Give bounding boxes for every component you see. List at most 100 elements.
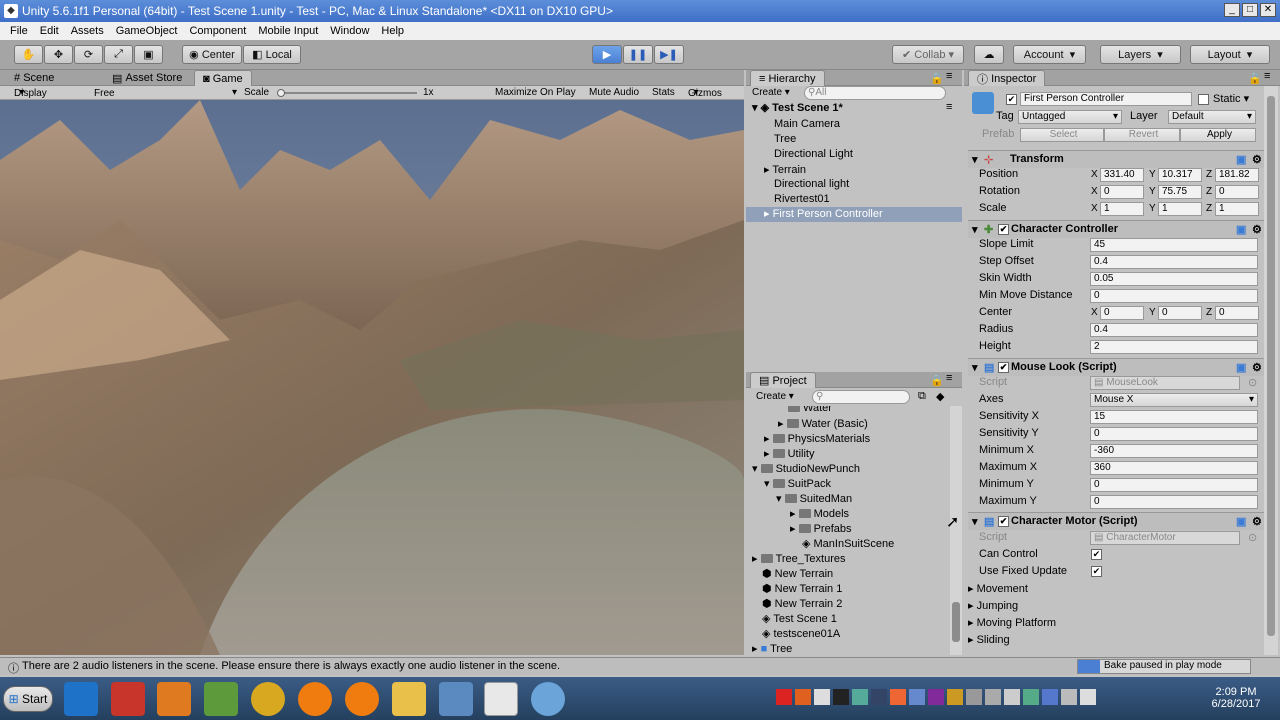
tab-asset-store[interactable]: ▤ Asset Store: [104, 70, 190, 86]
pivot-local-button[interactable]: ◧ Local: [243, 45, 301, 64]
taskbar-app-icon[interactable]: [111, 682, 145, 716]
hierarchy-item-main-camera[interactable]: Main Camera: [774, 118, 840, 130]
skin-width-input[interactable]: 0.05: [1090, 272, 1258, 286]
hierarchy-search-input[interactable]: ⚲All: [804, 86, 946, 100]
scale-slider-thumb[interactable]: [277, 89, 285, 97]
settings-gear-icon[interactable]: ⚙: [1252, 515, 1262, 528]
hierarchy-item-tree[interactable]: Tree: [774, 133, 796, 145]
lock-icon[interactable]: 🔒: [930, 374, 944, 387]
tab-hierarchy[interactable]: ≡ Hierarchy: [750, 70, 825, 86]
account-dropdown[interactable]: Account ▾: [1013, 45, 1086, 64]
tray-icon[interactable]: [776, 689, 792, 705]
mute-audio-toggle[interactable]: Mute Audio: [589, 87, 639, 98]
move-tool-icon[interactable]: ✥: [44, 45, 73, 64]
tray-icon[interactable]: [1042, 689, 1058, 705]
scene-root-item[interactable]: ▾ ◈ Test Scene 1*: [752, 101, 843, 114]
project-scrollbar-thumb[interactable]: [952, 602, 960, 642]
rotation-y-input[interactable]: 75.75: [1158, 185, 1202, 199]
static-checkbox[interactable]: [1198, 94, 1209, 105]
position-z-input[interactable]: 181.82: [1215, 168, 1259, 182]
character-motor-header[interactable]: ▾ ▤ ✔ Character Motor (Script) ▣ ⚙: [968, 512, 1264, 530]
stats-toggle[interactable]: Stats: [652, 87, 675, 98]
object-name-input[interactable]: First Person Controller: [1020, 92, 1192, 106]
help-icon[interactable]: ▣: [1236, 515, 1246, 528]
position-y-input[interactable]: 10.317: [1158, 168, 1202, 182]
rect-tool-icon[interactable]: ▣: [134, 45, 163, 64]
sensitivity-y-input[interactable]: 0: [1090, 427, 1258, 441]
taskbar-file-explorer-icon[interactable]: [392, 682, 426, 716]
start-button[interactable]: ⊞ Start: [3, 686, 53, 712]
min-move-distance-input[interactable]: 0: [1090, 289, 1258, 303]
tab-project[interactable]: ▤ Project: [750, 372, 816, 388]
hierarchy-item-rivertest[interactable]: Rivertest01: [774, 193, 830, 205]
project-create-dropdown[interactable]: Create ▾: [756, 391, 794, 402]
project-item-maninsuitscene[interactable]: ◈ ManInSuitScene: [802, 537, 894, 550]
project-item-studionewpunch[interactable]: ▾ StudioNewPunch: [752, 462, 860, 475]
sensitivity-x-input[interactable]: 15: [1090, 410, 1258, 424]
gizmos-dropdown[interactable]: Gizmos ▾: [688, 87, 722, 99]
tag-dropdown[interactable]: Untagged ▾: [1018, 110, 1122, 124]
taskbar-app-icon[interactable]: [345, 682, 379, 716]
collab-button[interactable]: ✔ Collab ▾: [892, 45, 964, 64]
tab-inspector[interactable]: ⓘ Inspector: [968, 70, 1046, 86]
center-y-input[interactable]: 0: [1158, 306, 1202, 320]
tray-icon[interactable]: [985, 689, 1001, 705]
play-button[interactable]: ▶: [592, 45, 622, 64]
slope-limit-input[interactable]: 45: [1090, 238, 1258, 252]
taskbar-app-icon[interactable]: [298, 682, 332, 716]
object-picker-icon[interactable]: ⊙: [1248, 531, 1257, 544]
menu-edit[interactable]: Edit: [34, 25, 65, 37]
tab-game[interactable]: ◙ Game: [194, 70, 252, 86]
tray-icon[interactable]: [795, 689, 811, 705]
position-x-input[interactable]: 331.40: [1100, 168, 1144, 182]
project-item-new-terrain-1[interactable]: ⬢ New Terrain 1: [762, 582, 842, 595]
scale-tool-icon[interactable]: ⤢: [104, 45, 133, 64]
prefab-select-button[interactable]: Select: [1020, 128, 1104, 142]
tray-icon[interactable]: [833, 689, 849, 705]
tray-icon[interactable]: [966, 689, 982, 705]
prefab-revert-button[interactable]: Revert: [1104, 128, 1180, 142]
step-offset-input[interactable]: 0.4: [1090, 255, 1258, 269]
tray-icon[interactable]: [890, 689, 906, 705]
project-item-suitpack[interactable]: ▾ SuitPack: [764, 477, 831, 490]
scene-menu-icon[interactable]: ≡: [946, 101, 952, 113]
display-dropdown[interactable]: Display 1 ▾: [14, 87, 47, 110]
help-icon[interactable]: ▣: [1236, 153, 1246, 166]
use-fixed-update-checkbox[interactable]: ✔: [1091, 566, 1102, 577]
mouse-look-header[interactable]: ▾ ▤ ✔ Mouse Look (Script) ▣ ⚙: [968, 358, 1264, 376]
maximum-y-input[interactable]: 0: [1090, 495, 1258, 509]
project-item-water-basic[interactable]: ▸ Water (Basic): [778, 417, 868, 430]
project-item-physicsmaterials[interactable]: ▸ PhysicsMaterials: [764, 432, 870, 445]
jumping-foldout[interactable]: ▸ Jumping: [968, 599, 1018, 612]
tray-icon[interactable]: [814, 689, 830, 705]
center-z-input[interactable]: 0: [1215, 306, 1259, 320]
project-item-new-terrain[interactable]: ⬢ New Terrain: [762, 567, 833, 580]
taskbar-app-icon[interactable]: [64, 682, 98, 716]
menu-gameobject[interactable]: GameObject: [110, 25, 184, 37]
height-input[interactable]: 2: [1090, 340, 1258, 354]
panel-menu-icon[interactable]: ≡: [946, 372, 952, 384]
project-item-tree-textures[interactable]: ▸ Tree_Textures: [752, 552, 845, 565]
tray-icon[interactable]: [852, 689, 868, 705]
settings-gear-icon[interactable]: ⚙: [1252, 223, 1262, 236]
hierarchy-item-first-person-controller[interactable]: ▸ First Person Controller: [746, 207, 962, 222]
character-controller-enabled-checkbox[interactable]: ✔: [998, 224, 1009, 235]
tray-icon[interactable]: [909, 689, 925, 705]
taskbar-minecraft-icon[interactable]: [204, 682, 238, 716]
menu-assets[interactable]: Assets: [65, 25, 110, 37]
network-icon[interactable]: [1061, 689, 1077, 705]
minimize-button[interactable]: _: [1224, 3, 1240, 17]
game-viewport[interactable]: [0, 100, 744, 655]
minimum-x-input[interactable]: -360: [1090, 444, 1258, 458]
help-icon[interactable]: ▣: [1236, 223, 1246, 236]
object-picker-icon[interactable]: ⊙: [1248, 376, 1257, 389]
rotation-x-input[interactable]: 0: [1100, 185, 1144, 199]
layers-dropdown[interactable]: Layers ▾: [1100, 45, 1181, 64]
cloud-icon[interactable]: ☁: [974, 45, 1004, 64]
moving-platform-foldout[interactable]: ▸ Moving Platform: [968, 616, 1056, 629]
can-control-checkbox[interactable]: ✔: [1091, 549, 1102, 560]
project-item-tree[interactable]: ▸ ■ Tree: [752, 642, 792, 655]
scale-y-input[interactable]: 1: [1158, 202, 1202, 216]
onenote-tray-icon[interactable]: [928, 689, 944, 705]
close-button[interactable]: ✕: [1260, 3, 1276, 17]
